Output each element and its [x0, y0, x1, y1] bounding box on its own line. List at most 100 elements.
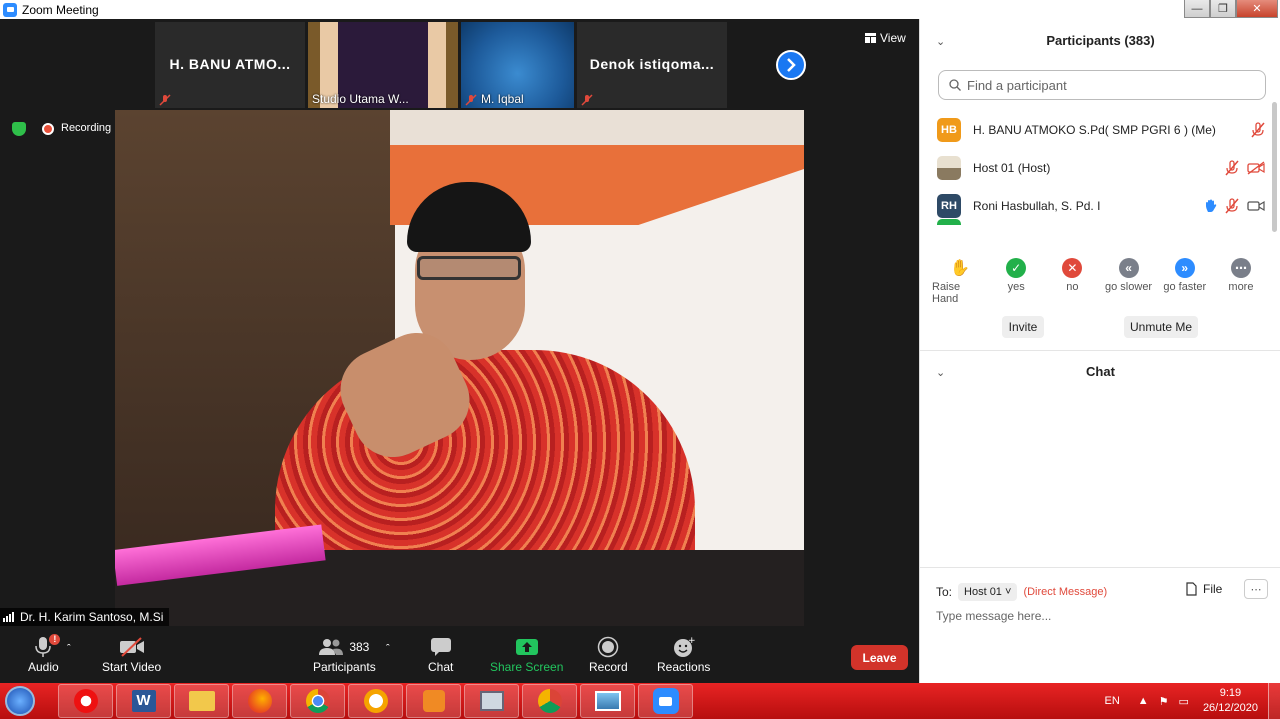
chat-recipient-row: To: Host 01 ˅ (Direct Message) [936, 583, 1107, 601]
reaction-label: go slower [1105, 281, 1153, 293]
reaction-go-faster[interactable]: » go faster [1157, 258, 1213, 305]
participants-button[interactable]: 383 Participants [313, 634, 376, 674]
chat-more-button[interactable]: ⋯ [1244, 579, 1268, 599]
leave-button[interactable]: Leave [851, 645, 908, 670]
alert-badge-icon: ! [49, 634, 61, 645]
clock-date: 26/12/2020 [1202, 702, 1258, 714]
chat-button[interactable]: Chat [428, 634, 453, 674]
video-off-icon[interactable] [1247, 161, 1265, 175]
clock[interactable]: 9:19 26/12/2020 [1203, 686, 1258, 716]
participants-options-caret[interactable]: ˆ [386, 636, 390, 662]
participant-list-scrollbar[interactable] [1272, 102, 1277, 232]
ellipsis-icon: ⋯ [1250, 583, 1262, 596]
reactions-button[interactable]: + Reactions [657, 634, 710, 674]
chat-message-input[interactable]: Type message here... [936, 609, 1051, 623]
record-icon [598, 636, 619, 658]
recipient-select[interactable]: Host 01 ˅ [958, 583, 1018, 601]
minimize-button[interactable]: — [1184, 0, 1210, 18]
close-button[interactable]: ✕ [1236, 0, 1278, 18]
taskbar-app-photos[interactable] [580, 684, 635, 718]
taskbar-app-chrome[interactable] [290, 684, 345, 718]
chrome-icon [305, 689, 330, 713]
participant-row[interactable]: Host 01 (Host) [937, 149, 1267, 187]
participants-title: Participants (383) [1046, 33, 1155, 48]
participant-row[interactable]: HB H. BANU ATMOKO S.Pd( SMP PGRI 6 ) (Me… [937, 111, 1267, 149]
taskbar-app-vpn[interactable] [348, 684, 403, 718]
participant-search-input[interactable]: Find a participant [938, 70, 1266, 100]
encryption-shield-icon[interactable] [12, 122, 26, 136]
chevron-up-icon: ˆ [67, 643, 71, 655]
chat-bubble-icon [430, 638, 451, 656]
start-video-button[interactable]: Start Video [102, 634, 161, 674]
gallery-tile[interactable]: Denok istiqoma... [577, 22, 727, 108]
reaction-raise-hand[interactable]: ✋ Raise Hand [932, 258, 988, 305]
windows-logo-icon [5, 686, 35, 716]
share-screen-button[interactable]: Share Screen [490, 634, 563, 674]
direct-message-label: (Direct Message) [1023, 586, 1108, 598]
svg-text:+: + [688, 636, 695, 646]
participant-list: HB H. BANU ATMOKO S.Pd( SMP PGRI 6 ) (Me… [937, 111, 1267, 225]
record-button[interactable]: Record [589, 634, 628, 674]
gallery-strip: H. BANU ATMO... Studio Utama W... M. Iqb… [155, 22, 727, 108]
chevron-down-icon: ˅ [1005, 586, 1012, 598]
taskbar-app-zoom[interactable] [638, 684, 693, 718]
muted-mic-icon [159, 94, 171, 106]
reaction-label: more [1228, 281, 1254, 293]
window-title-bar: Zoom Meeting — ❐ ✕ [0, 0, 1280, 19]
gallery-tile[interactable]: M. Iqbal [461, 22, 574, 108]
language-indicator[interactable]: EN [1104, 695, 1119, 707]
participants-label: Participants [313, 660, 376, 674]
photos-icon [594, 691, 621, 711]
audio-options-caret[interactable]: ˆ [67, 636, 71, 662]
participant-row[interactable]: RH Roni Hasbullah, S. Pd. I [937, 187, 1267, 225]
restore-button[interactable]: ❐ [1210, 0, 1236, 18]
reaction-yes[interactable]: ✓ yes [988, 258, 1044, 305]
taskbar-app-opera[interactable] [58, 684, 113, 718]
show-desktop-button[interactable] [1268, 683, 1280, 719]
taskbar-app-firefox[interactable] [232, 684, 287, 718]
avatar: RH [937, 194, 961, 218]
taskbar-app-computer[interactable] [464, 684, 519, 718]
share-screen-icon [515, 639, 538, 655]
start-button[interactable] [0, 683, 40, 719]
chevron-up-icon[interactable]: ▲ [1138, 695, 1149, 707]
gallery-tile[interactable]: H. BANU ATMO... [155, 22, 305, 108]
folder-icon [188, 691, 215, 711]
media-player-icon [422, 690, 445, 712]
taskbar-app-media[interactable] [406, 684, 461, 718]
reaction-no[interactable]: ✕ no [1044, 258, 1100, 305]
reaction-more[interactable]: ⋯ more [1213, 258, 1269, 305]
active-speaker-video [115, 110, 804, 626]
record-label: Record [589, 660, 628, 674]
audio-button[interactable]: ! Audio [28, 634, 61, 674]
taskbar-app-chrome-profile[interactable] [522, 684, 577, 718]
video-camera-icon[interactable] [1247, 199, 1265, 213]
network-flag-icon[interactable]: ⚑ [1159, 695, 1169, 708]
grid-view-icon [865, 33, 876, 43]
taskbar-app-word[interactable]: W [116, 684, 171, 718]
windows-taskbar: W EN ▲ ⚑ ▭ 9:19 26/12/2020 [0, 683, 1280, 719]
next-page-button[interactable] [776, 50, 806, 80]
system-tray: EN ▲ ⚑ ▭ 9:19 26/12/2020 [1104, 683, 1280, 719]
gallery-tile[interactable]: Studio Utama W... [308, 22, 458, 108]
invite-button[interactable]: Invite [1002, 316, 1044, 338]
participant-name: Roni Hasbullah, S. Pd. I [973, 199, 1101, 213]
chat-label: Chat [428, 660, 454, 674]
recording-icon [42, 123, 54, 135]
reaction-go-slower[interactable]: « go slower [1101, 258, 1157, 305]
action-center-icon[interactable]: ▭ [1179, 695, 1189, 708]
vpn-icon [363, 689, 388, 713]
file-button[interactable]: File [1186, 582, 1222, 596]
unmute-me-button[interactable]: Unmute Me [1124, 316, 1198, 338]
taskbar-app-explorer[interactable] [174, 684, 229, 718]
tile-label: Studio Utama W... [312, 92, 409, 106]
computer-icon [479, 691, 504, 711]
window-controls: — ❐ ✕ [1184, 0, 1278, 18]
tile-name: H. BANU ATMO... [169, 56, 291, 72]
muted-mic-icon[interactable] [1225, 198, 1239, 214]
ellipsis-icon: ⋯ [1230, 258, 1251, 278]
muted-mic-icon[interactable] [1225, 160, 1239, 176]
muted-mic-icon[interactable] [1251, 122, 1265, 138]
tile-label: M. Iqbal [481, 92, 524, 106]
view-button[interactable]: View [865, 31, 906, 45]
